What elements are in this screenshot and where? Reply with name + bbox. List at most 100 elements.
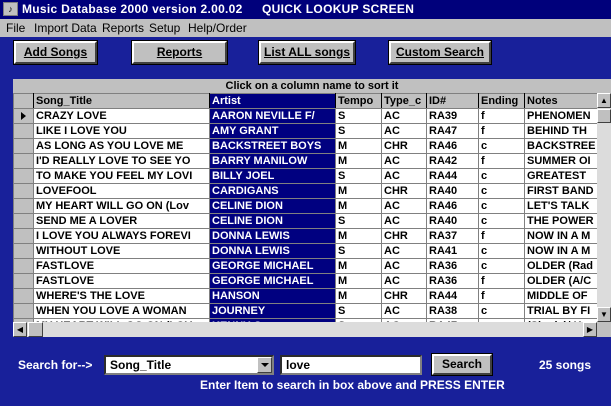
table-row[interactable]: TO MAKE YOU FEEL MY LOVI BILLY JOEL S AC RA4…: [13, 168, 610, 184]
cell-tempo[interactable]: M: [335, 153, 382, 169]
cell-id[interactable]: RA44: [426, 288, 479, 304]
cell-tempo[interactable]: M: [335, 258, 382, 274]
search-input[interactable]: [280, 355, 422, 375]
cell-ending[interactable]: c: [478, 213, 525, 229]
cell-artist[interactable]: CARDIGANS: [209, 183, 336, 199]
cell-tempo[interactable]: S: [335, 303, 382, 319]
cell-artist[interactable]: BILLY JOEL: [209, 168, 336, 184]
table-row[interactable]: WHERE'S THE LOVE HANSON M CHR RA44 f MIDDLE OF: [13, 288, 610, 304]
cell-type[interactable]: CHR: [381, 288, 427, 304]
cell-artist[interactable]: CELINE DION: [209, 213, 336, 229]
cell-song-title[interactable]: CRAZY LOVE: [33, 108, 210, 124]
row-selector[interactable]: [13, 288, 34, 304]
cell-id[interactable]: RA37: [426, 228, 479, 244]
cell-type[interactable]: AC: [381, 123, 427, 139]
horizontal-scrollbar[interactable]: ◀ ▶: [13, 322, 597, 337]
scroll-down-icon[interactable]: ▼: [597, 307, 611, 322]
row-selector[interactable]: [13, 153, 34, 169]
col-header-id[interactable]: ID#: [426, 93, 479, 109]
cell-type[interactable]: AC: [381, 198, 427, 214]
col-header-song-title[interactable]: Song_Title: [33, 93, 210, 109]
table-row[interactable]: WITHOUT LOVE DONNA LEWIS S AC RA41 c NOW IN A …: [13, 243, 610, 259]
vertical-scrollbar[interactable]: ▲ ▼: [597, 93, 611, 322]
cell-tempo[interactable]: S: [335, 213, 382, 229]
search-button[interactable]: Search: [432, 354, 492, 375]
dropdown-arrow-icon[interactable]: [257, 357, 272, 373]
cell-tempo[interactable]: M: [335, 288, 382, 304]
cell-ending[interactable]: f: [478, 123, 525, 139]
scroll-right-icon[interactable]: ▶: [583, 322, 597, 337]
cell-artist[interactable]: AARON NEVILLE F/: [209, 108, 336, 124]
cell-tempo[interactable]: M: [335, 198, 382, 214]
cell-type[interactable]: AC: [381, 258, 427, 274]
cell-artist[interactable]: BACKSTREET BOYS: [209, 138, 336, 154]
cell-id[interactable]: RA44: [426, 168, 479, 184]
cell-id[interactable]: RA47: [426, 123, 479, 139]
col-header-artist[interactable]: Artist: [209, 93, 336, 109]
cell-tempo[interactable]: S: [335, 243, 382, 259]
col-header-tempo[interactable]: Tempo: [335, 93, 382, 109]
cell-ending[interactable]: c: [478, 183, 525, 199]
table-row[interactable]: FASTLOVE GEORGE MICHAEL M AC RA36 f OLDER (A/C: [13, 273, 610, 289]
cell-type[interactable]: AC: [381, 108, 427, 124]
horizontal-scroll-thumb[interactable]: [28, 322, 43, 337]
cell-id[interactable]: RA46: [426, 138, 479, 154]
cell-tempo[interactable]: S: [335, 168, 382, 184]
cell-id[interactable]: RA46: [426, 198, 479, 214]
cell-ending[interactable]: c: [478, 198, 525, 214]
table-row[interactable]: I LOVE YOU ALWAYS FOREVI DONNA LEWIS M CHR R…: [13, 228, 610, 244]
cell-ending[interactable]: f: [478, 108, 525, 124]
cell-tempo[interactable]: M: [335, 273, 382, 289]
menu-import-data[interactable]: Import Data: [34, 21, 97, 35]
cell-type[interactable]: CHR: [381, 138, 427, 154]
scroll-up-icon[interactable]: ▲: [597, 93, 611, 108]
custom-search-button[interactable]: Custom Search: [389, 41, 491, 64]
vertical-scroll-thumb[interactable]: [597, 109, 611, 123]
cell-song-title[interactable]: I'D REALLY LOVE TO SEE YO: [33, 153, 210, 169]
cell-type[interactable]: AC: [381, 213, 427, 229]
table-row[interactable]: FASTLOVE GEORGE MICHAEL M AC RA36 c OLDER (Rad: [13, 258, 610, 274]
cell-artist[interactable]: AMY GRANT: [209, 123, 336, 139]
col-header-type[interactable]: Type_c: [381, 93, 427, 109]
app-icon[interactable]: ♪: [3, 2, 18, 16]
cell-id[interactable]: RA36: [426, 273, 479, 289]
cell-song-title[interactable]: LOVEFOOL: [33, 183, 210, 199]
cell-song-title[interactable]: I LOVE YOU ALWAYS FOREVI: [33, 228, 210, 244]
menu-help-order[interactable]: Help/Order: [188, 21, 247, 35]
cell-ending[interactable]: f: [478, 153, 525, 169]
cell-tempo[interactable]: S: [335, 108, 382, 124]
menu-file[interactable]: File: [6, 21, 25, 35]
row-selector[interactable]: [13, 213, 34, 229]
table-row[interactable]: AS LONG AS YOU LOVE ME BACKSTREET BOYS M CH…: [13, 138, 610, 154]
cell-artist[interactable]: GEORGE MICHAEL: [209, 258, 336, 274]
table-row[interactable]: CRAZY LOVE AARON NEVILLE F/S AC RA39 f PHENOM…: [13, 108, 610, 124]
cell-song-title[interactable]: FASTLOVE: [33, 273, 210, 289]
table-row[interactable]: SEND ME A LOVER CELINE DION S AC RA40 c THE PO…: [13, 213, 610, 229]
cell-ending[interactable]: f: [478, 228, 525, 244]
cell-artist[interactable]: DONNA LEWIS: [209, 228, 336, 244]
cell-ending[interactable]: c: [478, 303, 525, 319]
row-selector[interactable]: [13, 303, 34, 319]
row-selector[interactable]: [13, 183, 34, 199]
cell-type[interactable]: CHR: [381, 183, 427, 199]
cell-song-title[interactable]: WHEN YOU LOVE A WOMAN: [33, 303, 210, 319]
reports-button[interactable]: Reports: [132, 41, 227, 64]
cell-song-title[interactable]: AS LONG AS YOU LOVE ME: [33, 138, 210, 154]
cell-type[interactable]: AC: [381, 303, 427, 319]
cell-id[interactable]: RA36: [426, 258, 479, 274]
cell-song-title[interactable]: MY HEART WILL GO ON (Lov: [33, 198, 210, 214]
cell-type[interactable]: CHR: [381, 228, 427, 244]
table-row[interactable]: MY HEART WILL GO ON (Lov CELINE DION M AC RA…: [13, 198, 610, 214]
cell-artist[interactable]: CELINE DION: [209, 198, 336, 214]
list-all-songs-button[interactable]: List ALL songs: [259, 41, 355, 64]
cell-ending[interactable]: f: [478, 288, 525, 304]
scroll-left-icon[interactable]: ◀: [13, 322, 27, 337]
menu-reports[interactable]: Reports: [102, 21, 144, 35]
row-selector[interactable]: [13, 273, 34, 289]
add-songs-button[interactable]: Add Songs: [14, 41, 97, 64]
search-field-select[interactable]: Song_Title: [104, 355, 274, 375]
menu-setup[interactable]: Setup: [149, 21, 180, 35]
cell-artist[interactable]: JOURNEY: [209, 303, 336, 319]
cell-ending[interactable]: c: [478, 138, 525, 154]
cell-id[interactable]: RA41: [426, 243, 479, 259]
